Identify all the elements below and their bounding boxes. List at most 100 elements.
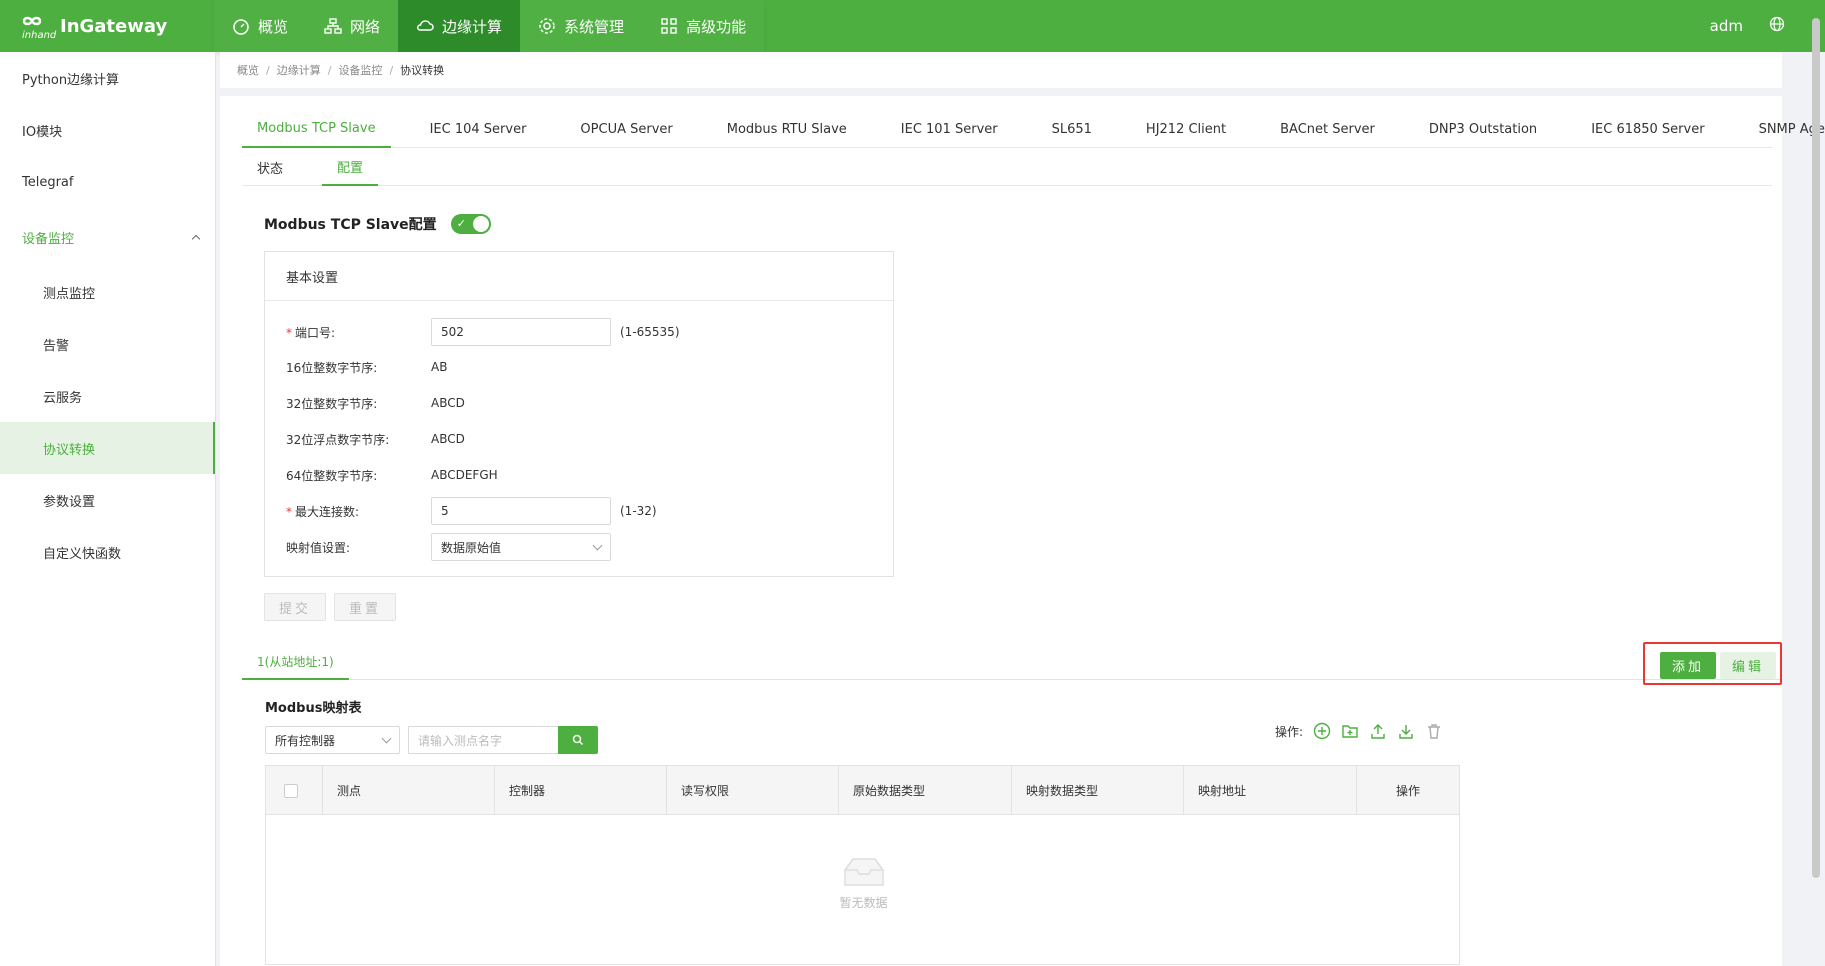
int32-row: 32位整数字节序: ABCD — [286, 389, 465, 417]
tab-modbus-rtu-slave[interactable]: Modbus RTU Slave — [712, 110, 862, 148]
tab-config[interactable]: 配置 — [322, 148, 379, 186]
tab-iec101-server[interactable]: IEC 101 Server — [886, 110, 1013, 148]
chevron-down-icon — [592, 540, 603, 550]
tab-iec61850-server[interactable]: IEC 61850 Server — [1576, 110, 1719, 148]
enable-toggle[interactable]: ✓ — [450, 214, 491, 234]
sidebar-item-protocol-conversion[interactable]: 协议转换 — [0, 422, 215, 474]
sidebar-item-label: 参数设置 — [43, 494, 96, 510]
mapping-value-select[interactable]: 数据原始值 — [431, 533, 611, 561]
port-row: * 端口号: 502 (1-65535) — [286, 318, 680, 346]
main-content: Modbus TCP Slave IEC 104 Server OPCUA Se… — [220, 96, 1825, 966]
select-all-checkbox[interactable] — [284, 783, 298, 798]
tab-dnp3-outstation[interactable]: DNP3 Outstation — [1414, 110, 1552, 148]
logo[interactable]: inhand InGateway — [20, 12, 167, 42]
int64-value: ABCDEFGH — [431, 468, 498, 482]
sidebar-item-python[interactable]: Python边缘计算 — [0, 52, 215, 104]
add-folder-icon[interactable] — [1341, 722, 1359, 740]
search-button[interactable] — [558, 726, 598, 754]
logo-subtext: inhand — [22, 30, 57, 41]
point-search: 请输入测点名字 — [408, 726, 598, 754]
sidebar-item-point-monitor[interactable]: 测点监控 — [0, 266, 215, 318]
breadcrumb-item[interactable]: 边缘计算 — [277, 62, 321, 78]
mapping-value-selected: 数据原始值 — [441, 540, 502, 555]
top-right: adm — [1710, 0, 1785, 52]
tab-hj212-client[interactable]: HJ212 Client — [1131, 110, 1241, 148]
add-button[interactable]: 添加 — [1660, 652, 1716, 679]
tab-iec104-server[interactable]: IEC 104 Server — [415, 110, 542, 148]
required-mark: * — [286, 504, 292, 519]
column-header[interactable]: 映射数据类型 — [1012, 766, 1184, 815]
trash-icon[interactable] — [1425, 722, 1443, 740]
submit-button[interactable]: 提交 — [264, 593, 327, 621]
edit-button[interactable]: 编辑 — [1720, 652, 1776, 679]
nav-label: 概览 — [258, 17, 289, 36]
breadcrumb-item[interactable]: 概览 — [237, 62, 259, 78]
sidebar-item-label: Telegraf — [22, 174, 74, 190]
inhand-logo-icon: inhand — [20, 12, 57, 41]
column-header[interactable]: 控制器 — [495, 766, 667, 815]
column-header[interactable]: 测点 — [323, 766, 495, 815]
tab-opcua-server[interactable]: OPCUA Server — [565, 110, 687, 148]
controller-selected: 所有控制器 — [275, 733, 336, 748]
required-mark: * — [286, 325, 292, 340]
empty-state: 暂无数据 — [266, 856, 1461, 911]
user-menu[interactable]: adm — [1710, 17, 1743, 35]
nav-overview[interactable]: 概览 — [214, 0, 306, 52]
breadcrumb-item[interactable]: 设备监控 — [338, 62, 382, 78]
int64-label: 64位整数字节序: — [286, 468, 378, 483]
sidebar-item-label: 设备监控 — [22, 231, 75, 247]
nav-edge-computing[interactable]: 边缘计算 — [398, 0, 521, 52]
dashboard-icon — [233, 19, 249, 35]
sidebar-group-device-monitor[interactable]: 设备监控 — [0, 208, 215, 266]
sub-tabs: 状态 配置 — [242, 148, 1772, 186]
download-icon[interactable] — [1397, 722, 1415, 740]
column-header[interactable]: 映射地址 — [1184, 766, 1357, 815]
mapping-table: 测点 控制器 读写权限 原始数据类型 映射数据类型 映射地址 操作 暂无数据 — [265, 765, 1460, 965]
highlight-box: 添加 编辑 — [1643, 642, 1782, 685]
language-globe-icon[interactable] — [1769, 16, 1785, 36]
nav-advanced[interactable]: 高级功能 — [642, 0, 764, 52]
nav-label: 边缘计算 — [442, 17, 503, 36]
add-circle-icon[interactable] — [1313, 722, 1331, 740]
max-connections-label: * 最大连接数: — [286, 503, 431, 520]
nav-label: 高级功能 — [686, 17, 747, 36]
nav-label: 系统管理 — [564, 17, 625, 36]
reset-button[interactable]: 重置 — [334, 593, 397, 621]
nav-system-management[interactable]: 系统管理 — [520, 0, 642, 52]
tab-bacnet-server[interactable]: BACnet Server — [1265, 110, 1390, 148]
port-input[interactable]: 502 — [431, 318, 611, 346]
sidebar-item-label: 协议转换 — [43, 442, 96, 458]
sidebar-item-telegraf[interactable]: Telegraf — [0, 156, 215, 208]
sidebar-item-io[interactable]: IO模块 — [0, 104, 215, 156]
sidebar-item-alarm[interactable]: 告警 — [0, 318, 215, 370]
breadcrumb: 概览 / 边缘计算 / 设备监控 / 协议转换 — [220, 52, 1782, 88]
page-scrollbar[interactable] — [1812, 18, 1820, 878]
nav-network[interactable]: 网络 — [306, 0, 398, 52]
sidebar-item-custom-functions[interactable]: 自定义快函数 — [0, 526, 215, 578]
tab-status[interactable]: 状态 — [242, 148, 298, 186]
upload-icon[interactable] — [1369, 722, 1387, 740]
point-search-input[interactable]: 请输入测点名字 — [408, 726, 558, 754]
table-operations: 操作: — [1275, 722, 1443, 740]
tab-slave-1[interactable]: 1(从站地址:1) — [242, 644, 349, 680]
gear-icon — [539, 18, 555, 34]
port-hint: (1-65535) — [620, 325, 680, 339]
empty-text: 暂无数据 — [839, 896, 888, 910]
breadcrumb-separator: / — [389, 63, 394, 77]
mapping-filter-row: 所有控制器 请输入测点名字 — [265, 726, 598, 754]
slave-tabs: 1(从站地址:1) — [242, 644, 1782, 680]
sidebar-item-cloud-service[interactable]: 云服务 — [0, 370, 215, 422]
tab-modbus-tcp-slave[interactable]: Modbus TCP Slave — [242, 110, 391, 148]
mapping-table-title: Modbus映射表 — [265, 701, 362, 716]
max-connections-row: * 最大连接数: 5 (1-32) — [286, 497, 657, 525]
max-connections-input[interactable]: 5 — [431, 497, 611, 525]
column-header[interactable]: 原始数据类型 — [839, 766, 1012, 815]
column-header: 操作 — [1395, 784, 1420, 798]
sidebar-item-label: IO模块 — [22, 124, 63, 140]
main-nav: 概览 网络 边缘计算 系统管理 高级功能 — [214, 0, 765, 52]
chevron-down-icon — [381, 733, 392, 743]
sidebar-item-parameter-settings[interactable]: 参数设置 — [0, 474, 215, 526]
controller-select[interactable]: 所有控制器 — [265, 726, 400, 754]
column-header[interactable]: 读写权限 — [667, 766, 839, 815]
tab-sl651[interactable]: SL651 — [1037, 110, 1107, 148]
